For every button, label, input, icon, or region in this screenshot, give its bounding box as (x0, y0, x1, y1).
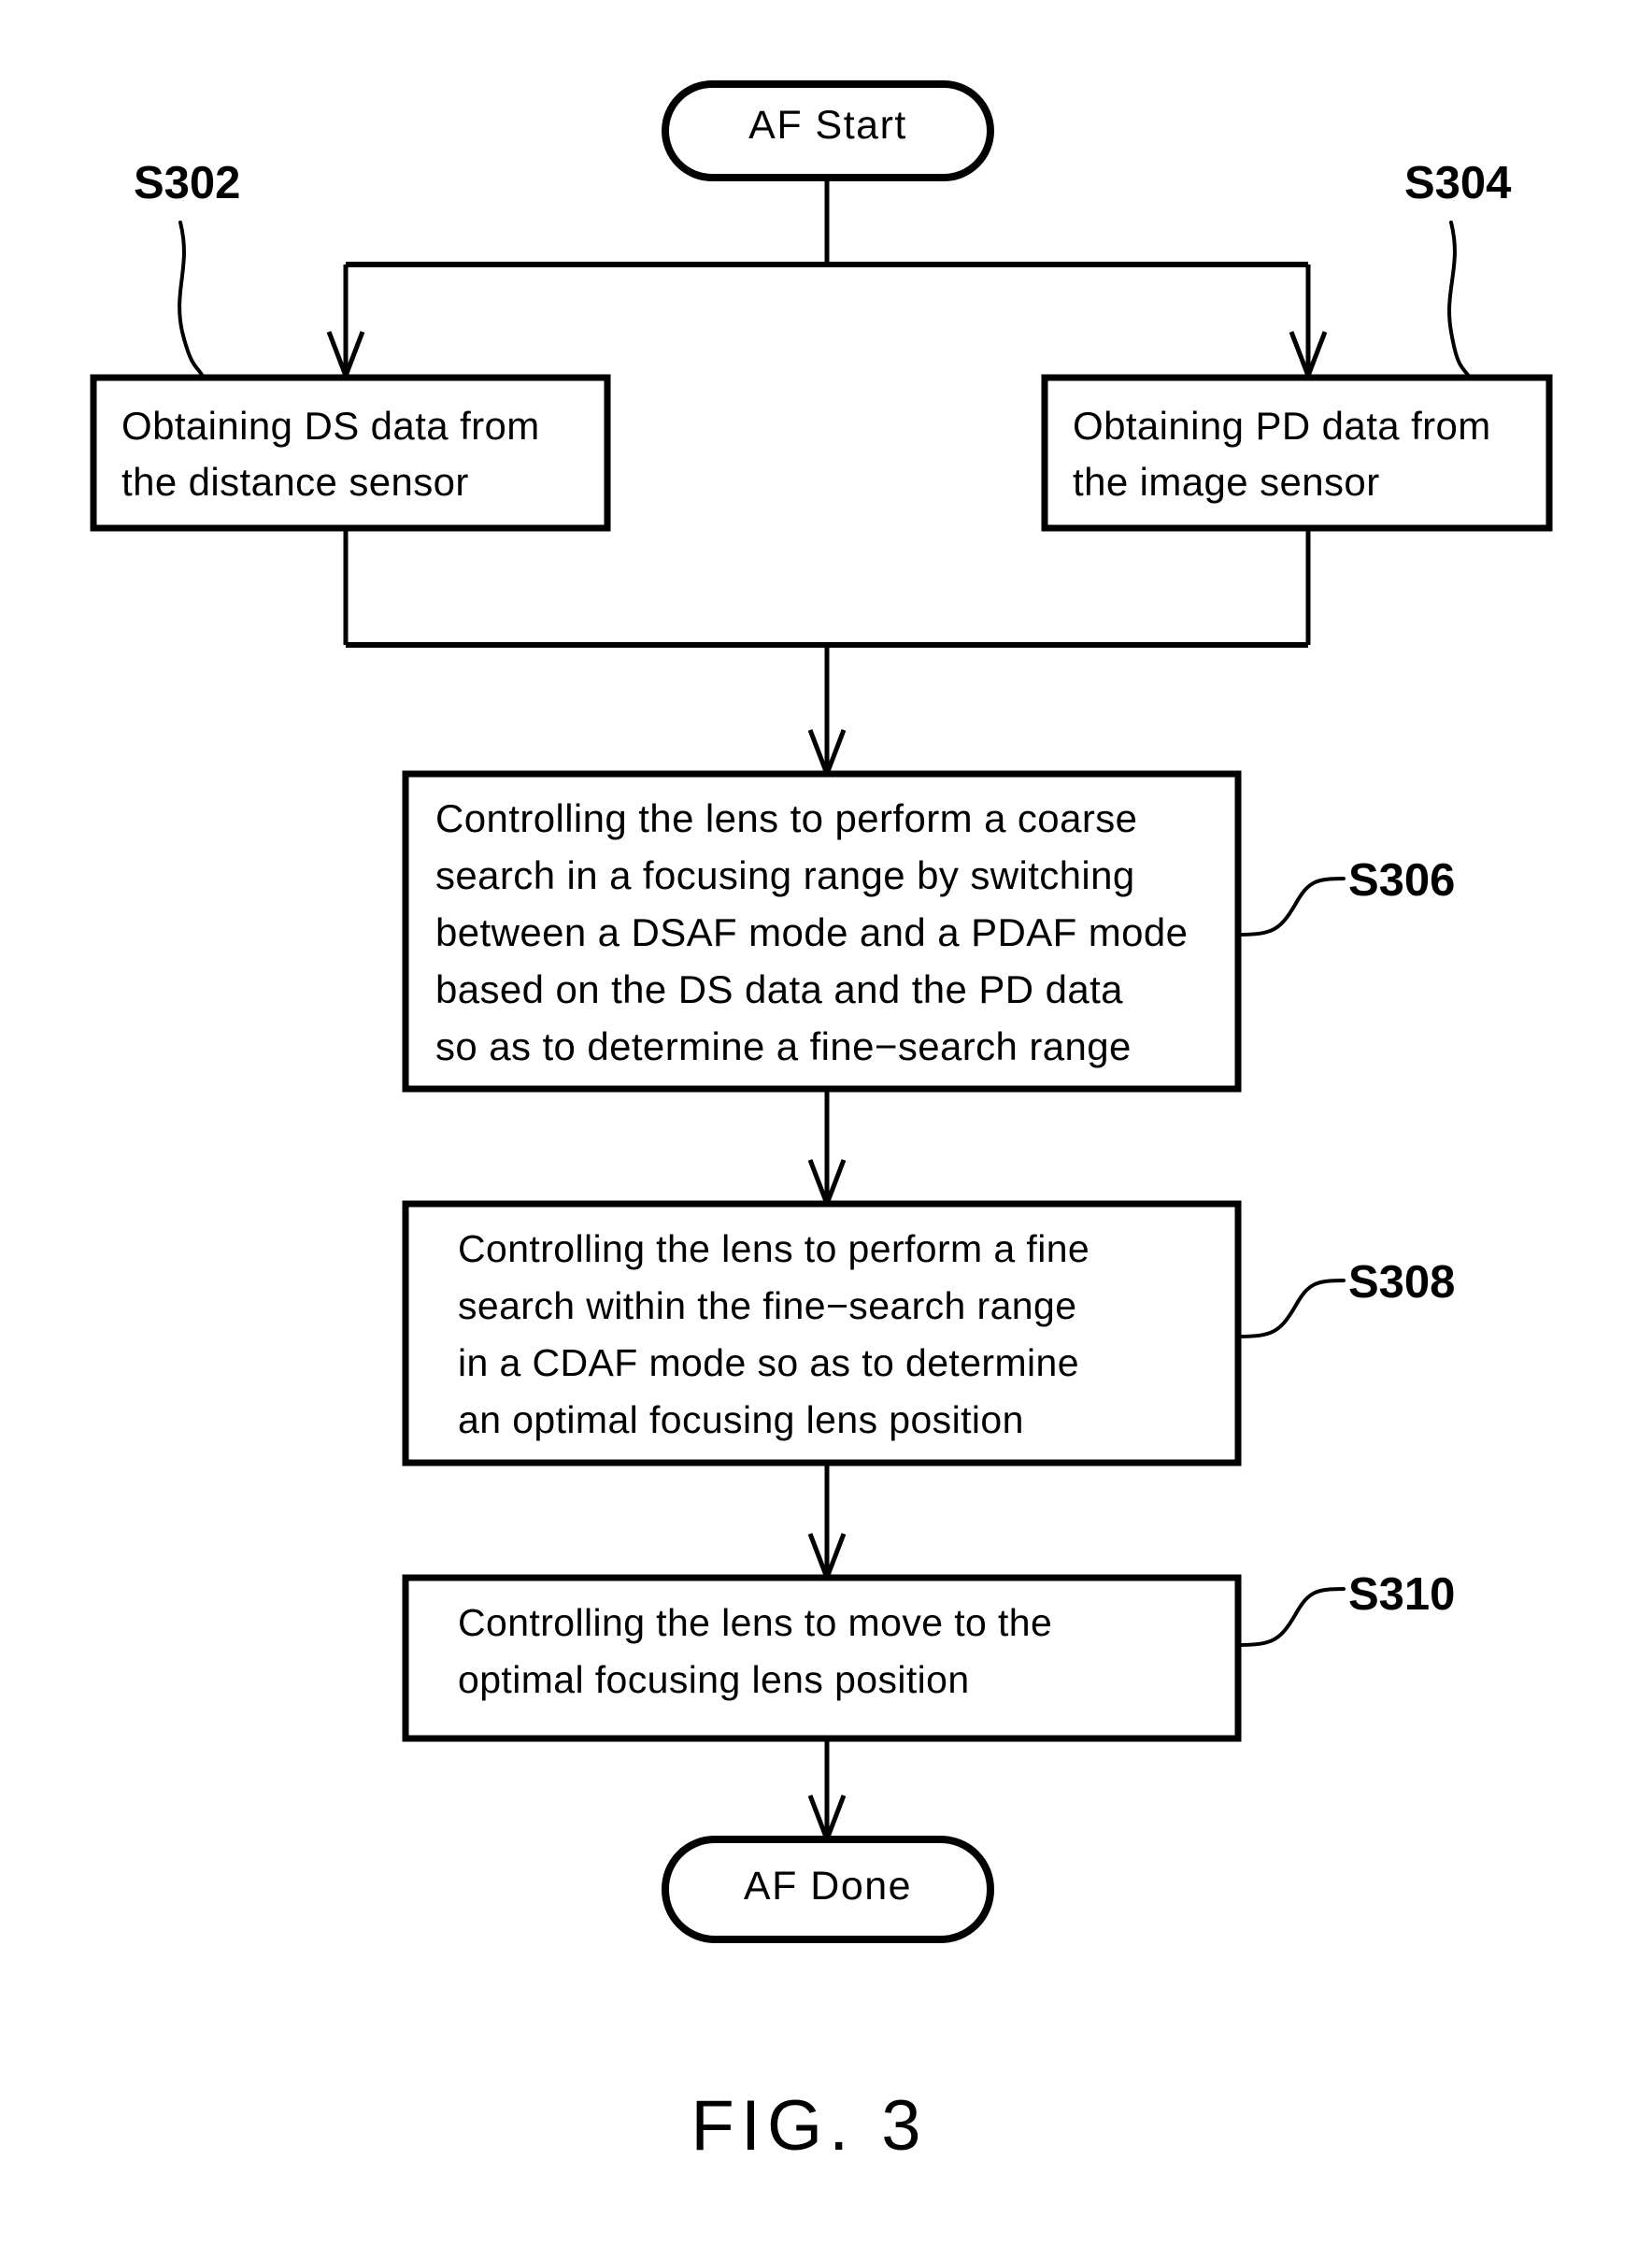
flowchart-canvas: AF Start Obtaining DS data from the dist… (90, 80, 1553, 2166)
s308-line-1: Controlling the lens to perform a fine (458, 1227, 1089, 1270)
s306-line-5: so as to determine a fine−search range (435, 1024, 1132, 1068)
s304-line-1: Obtaining PD data from (1073, 404, 1491, 448)
af-done-label: AF Done (744, 1864, 912, 1909)
figure-caption: FIG. 3 (691, 2086, 927, 2166)
node-af-done[interactable]: AF Done (662, 1836, 994, 1943)
s302-line-1: Obtaining DS data from (121, 404, 540, 448)
s310-line-1: Controlling the lens to move to the (458, 1601, 1052, 1644)
s302-line-2: the distance sensor (121, 460, 469, 504)
s304-box-shape (1041, 374, 1553, 532)
step-label-s302: S302 (134, 158, 240, 208)
s302-box-shape (90, 374, 611, 532)
leader-line-s302 (178, 221, 206, 379)
leader-line-s306 (1236, 877, 1346, 937)
step-label-s308: S308 (1348, 1257, 1455, 1308)
s308-line-2: search within the fine−search range (458, 1284, 1076, 1327)
node-s302[interactable]: Obtaining DS data from the distance sens… (90, 374, 611, 532)
step-label-s310: S310 (1348, 1569, 1455, 1620)
s306-line-2: search in a focusing range by switching (435, 853, 1135, 897)
leader-line-s310 (1236, 1587, 1346, 1647)
s310-line-2: optimal focusing lens position (458, 1658, 970, 1701)
leader-line-s308 (1236, 1279, 1346, 1338)
node-s304[interactable]: Obtaining PD data from the image sensor (1041, 374, 1553, 532)
node-s310[interactable]: Controlling the lens to move to the opti… (402, 1574, 1242, 1742)
node-s308[interactable]: Controlling the lens to perform a fine s… (402, 1200, 1242, 1466)
s308-line-4: an optimal focusing lens position (458, 1398, 1024, 1441)
leader-line-s304 (1447, 221, 1472, 379)
s306-line-3: between a DSAF mode and a PDAF mode (435, 910, 1188, 954)
step-label-s306: S306 (1348, 855, 1455, 906)
af-start-label: AF Start (748, 103, 907, 148)
s306-line-1: Controlling the lens to perform a coarse (435, 796, 1137, 840)
figure-container: AF Start Obtaining DS data from the dist… (0, 0, 1652, 2260)
s304-line-2: the image sensor (1073, 460, 1380, 504)
step-label-s304: S304 (1404, 158, 1511, 208)
node-af-start[interactable]: AF Start (662, 80, 994, 181)
s308-line-3: in a CDAF mode so as to determine (458, 1341, 1079, 1384)
node-s306[interactable]: Controlling the lens to perform a coarse… (402, 770, 1242, 1093)
s306-line-4: based on the DS data and the PD data (435, 967, 1123, 1011)
